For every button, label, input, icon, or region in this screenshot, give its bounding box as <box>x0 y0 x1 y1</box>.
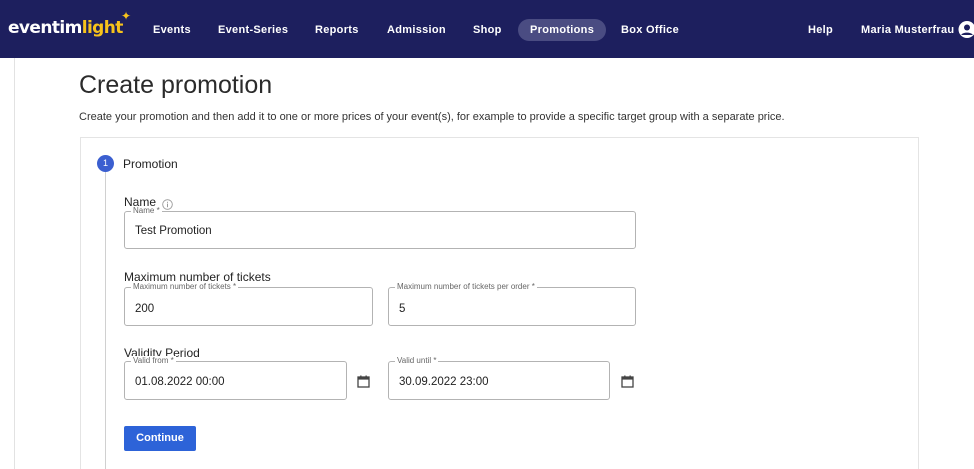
left-divider <box>14 58 15 469</box>
nav-item-reports[interactable]: Reports <box>315 19 359 41</box>
max-tickets-per-order-field-value[interactable]: 5 <box>399 303 405 315</box>
nav-item-shop[interactable]: Shop <box>473 19 502 41</box>
info-icon[interactable] <box>162 197 173 210</box>
nav-item-box-office[interactable]: Box Office <box>621 19 679 41</box>
stepper-line <box>105 170 106 469</box>
valid-until-field-label: Valid until * <box>395 356 439 366</box>
page-description: Create your promotion and then add it to… <box>79 111 785 123</box>
valid-from-field[interactable]: Valid from * 01.08.2022 00:00 <box>124 356 347 400</box>
max-tickets-field[interactable]: Maximum number of tickets * 200 <box>124 282 373 326</box>
page-title: Create promotion <box>79 71 273 99</box>
valid-from-calendar-icon[interactable] <box>357 375 370 388</box>
user-circle-icon[interactable] <box>957 21 974 38</box>
nav-item-admission[interactable]: Admission <box>387 19 446 41</box>
valid-until-field[interactable]: Valid until * 30.09.2022 23:00 <box>388 356 610 400</box>
max-tickets-per-order-field-label: Maximum number of tickets per order * <box>395 282 537 292</box>
max-tickets-field-label: Maximum number of tickets * <box>131 282 239 292</box>
max-tickets-field-value[interactable]: 200 <box>135 303 154 315</box>
name-field[interactable]: Name * Test Promotion <box>124 206 636 249</box>
user-name[interactable]: Maria Musterfrau <box>861 19 954 41</box>
continue-button[interactable]: Continue <box>124 426 196 451</box>
max-tickets-per-order-field[interactable]: Maximum number of tickets per order * 5 <box>388 282 636 326</box>
valid-from-field-label: Valid from * <box>131 356 176 366</box>
top-navigation-bar: eventimlight ✦ Events Event-Series Repor… <box>0 0 974 58</box>
logo-star-icon: ✦ <box>121 9 131 23</box>
name-field-value[interactable]: Test Promotion <box>135 225 212 237</box>
valid-until-field-value[interactable]: 30.09.2022 23:00 <box>399 376 489 388</box>
step-title: Promotion <box>123 157 178 171</box>
nav-item-events[interactable]: Events <box>153 19 191 41</box>
nav-item-help[interactable]: Help <box>808 19 833 41</box>
eventim-light-logo[interactable]: eventimlight ✦ <box>8 9 131 38</box>
valid-from-field-value[interactable]: 01.08.2022 00:00 <box>135 376 225 388</box>
valid-until-calendar-icon[interactable] <box>621 375 634 388</box>
nav-item-promotions[interactable]: Promotions <box>518 19 607 41</box>
step-number-badge: 1 <box>97 155 114 172</box>
name-field-label: Name * <box>131 206 162 216</box>
nav-item-event-series[interactable]: Event-Series <box>218 19 288 41</box>
